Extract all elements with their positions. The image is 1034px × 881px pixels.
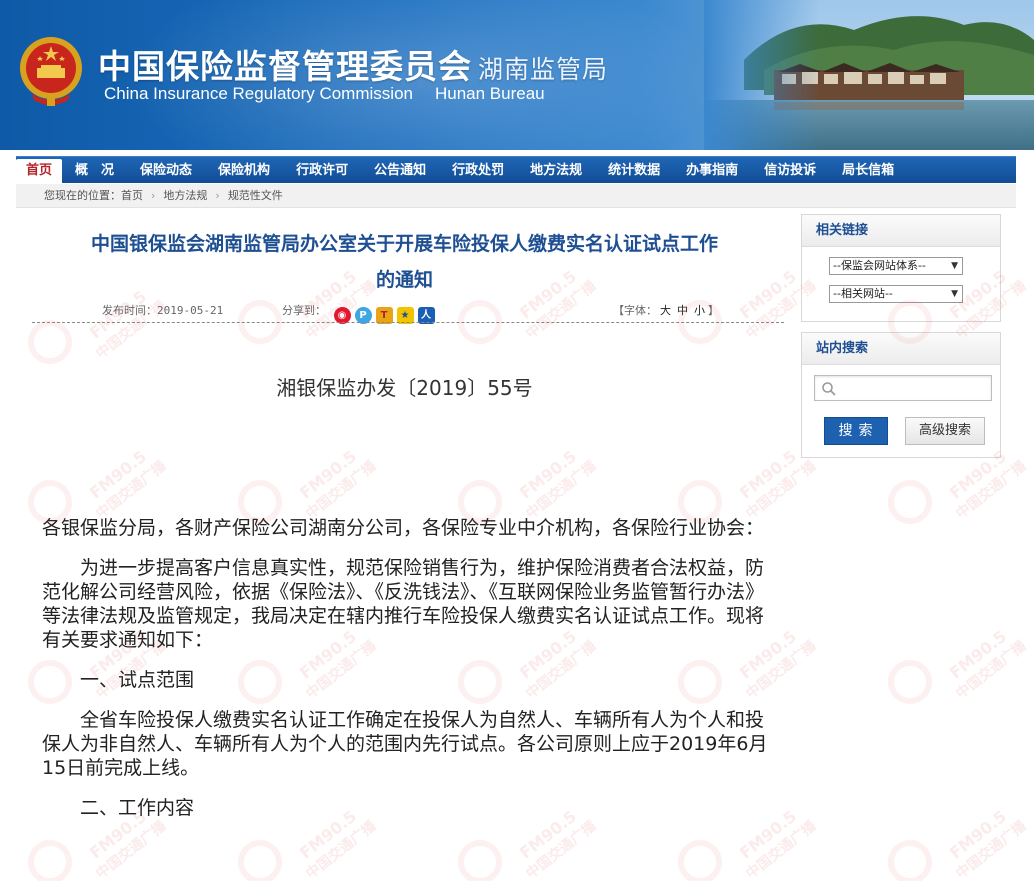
watermark: FM90.5中国交通广播	[946, 801, 1030, 881]
chevron-down-icon: ▼	[951, 261, 958, 271]
watermark-station: 中国交通广播	[953, 458, 1030, 523]
search-input[interactable]	[814, 375, 992, 401]
font-small-button[interactable]: 小	[694, 304, 705, 317]
circ-sites-select-value: --保监会网站体系--	[833, 259, 926, 272]
article-body: 各银保监分局，各财产保险公司湖南分公司，各保险专业中介机构，各保险行业协会： 为…	[42, 516, 770, 836]
article: 中国银保监会湖南监管局办公室关于开展车险投保人缴费实名认证试点工作 的通知 发布…	[16, 208, 793, 881]
nav-item-5[interactable]: 公告通知	[361, 157, 439, 183]
breadcrumb: 您现在的位置：首页 › 地方法规 › 规范性文件	[16, 184, 1016, 208]
section-heading-2: 二、工作内容	[80, 797, 195, 819]
circ-sites-select[interactable]: --保监会网站体系-- ▼	[829, 257, 963, 275]
breadcrumb-separator: ›	[215, 189, 220, 202]
site-search-panel: 站内搜索 搜索 高级搜索	[801, 332, 1001, 458]
bureau-name-cn: 湖南监管局	[478, 55, 609, 84]
nav-item-3[interactable]: 保险机构	[205, 157, 283, 183]
nav-item-9[interactable]: 办事指南	[673, 157, 751, 183]
font-medium-button[interactable]: 中	[677, 304, 688, 317]
search-icon	[822, 382, 836, 396]
nav-item-4[interactable]: 行政许可	[283, 157, 361, 183]
site-search-title: 站内搜索	[802, 333, 1000, 365]
watermark-fm: FM90.5	[946, 626, 1011, 683]
publish-label: 发布时间：	[102, 304, 157, 317]
advanced-search-button[interactable]: 高级搜索	[905, 417, 985, 445]
commission-name-en: China Insurance Regulatory Commission	[104, 84, 413, 103]
article-title: 中国银保监会湖南监管局办公室关于开展车险投保人缴费实名认证试点工作 的通知	[16, 226, 793, 298]
section-heading-1: 一、试点范围	[80, 669, 195, 691]
paragraph-scope: 全省车险投保人缴费实名认证工作确定在投保人为自然人、车辆所有人为个人和投保人为非…	[42, 709, 768, 779]
watermark-logo-icon	[888, 660, 932, 704]
watermark-logo-icon	[888, 840, 932, 881]
publish-date: 发布时间：2019-05-21	[102, 302, 223, 318]
paragraph-recipients: 各银保监分局，各财产保险公司湖南分公司，各保险专业中介机构，各保险行业协会：	[42, 517, 765, 539]
font-size-bracket: 】	[708, 304, 719, 317]
breadcrumb-separator: ›	[151, 189, 156, 202]
header-banner: 中国保险监督管理委员会 湖南监管局 China Insurance Regulat…	[0, 0, 1034, 150]
national-emblem-icon	[20, 37, 82, 106]
watermark: FM90.5中国交通广播	[946, 621, 1030, 703]
breadcrumb-normative-docs[interactable]: 规范性文件	[228, 189, 283, 202]
article-title-line2: 的通知	[375, 269, 433, 291]
watermark-logo-icon	[888, 480, 932, 524]
paragraph-intro: 为进一步提高客户信息真实性，规范保险销售行为，维护保险消费者合法权益，防范化解公…	[42, 557, 765, 651]
article-meta: 发布时间：2019-05-21 分享到： ◉ P T ★ 人 【字体：大中小】	[16, 300, 793, 324]
search-button[interactable]: 搜索	[824, 417, 888, 445]
breadcrumb-local-regulations[interactable]: 地方法规	[163, 189, 207, 202]
nav-item-8[interactable]: 统计数据	[595, 157, 673, 183]
breadcrumb-prefix: 您现在的位置：	[44, 189, 121, 202]
font-size-label: 【字体：	[613, 304, 657, 317]
nav-item-6[interactable]: 行政处罚	[439, 157, 517, 183]
nav-item-10[interactable]: 信访投诉	[751, 157, 829, 183]
watermark-station: 中国交通广播	[953, 818, 1030, 881]
article-title-line1: 中国银保监会湖南监管局办公室关于开展车险投保人缴费实名认证试点工作	[90, 233, 718, 255]
site-title-cn: 中国保险监督管理委员会 湖南监管局	[98, 40, 608, 88]
main-nav: 首页概 况保险动态 保险机构 行政许可 公告通知 行政处罚 地方法规 统计数据 办事指南 信访投…	[16, 156, 1016, 184]
nav-item-7[interactable]: 地方法规	[517, 157, 595, 183]
share-bar: 分享到： ◉ P T ★ 人	[282, 302, 435, 324]
commission-name-cn: 中国保险监督管理委员会	[98, 47, 472, 86]
banner-scenery-image	[704, 0, 1034, 150]
publish-date-value: 2019-05-21	[157, 304, 224, 317]
related-sites-select[interactable]: --相关网站-- ▼	[829, 285, 963, 303]
related-links-title: 相关链接	[802, 215, 1000, 247]
breadcrumb-home[interactable]: 首页	[121, 189, 143, 202]
nav-item-11[interactable]: 局长信箱	[829, 157, 907, 183]
document-number: 湘银保监办发〔2019〕55号	[276, 376, 533, 400]
nav-item-0[interactable]: 首页	[16, 159, 63, 184]
divider	[32, 322, 784, 323]
chevron-down-icon: ▼	[951, 289, 958, 299]
nav-item-1[interactable]: 概 况	[62, 157, 127, 183]
nav-item-2[interactable]: 保险动态	[127, 157, 205, 183]
watermark-station: 中国交通广播	[953, 638, 1030, 703]
related-links-panel: 相关链接 --保监会网站体系-- ▼ --相关网站-- ▼	[801, 214, 1001, 322]
related-sites-select-value: --相关网站--	[833, 287, 893, 300]
share-label: 分享到：	[282, 304, 326, 317]
watermark-fm: FM90.5	[946, 806, 1011, 863]
site-title-en: China Insurance Regulatory Commission Hun…	[104, 84, 545, 104]
bureau-name-en: Hunan Bureau	[434, 84, 545, 103]
font-large-button[interactable]: 大	[660, 304, 671, 317]
font-size-control: 【字体：大中小】	[613, 302, 719, 318]
